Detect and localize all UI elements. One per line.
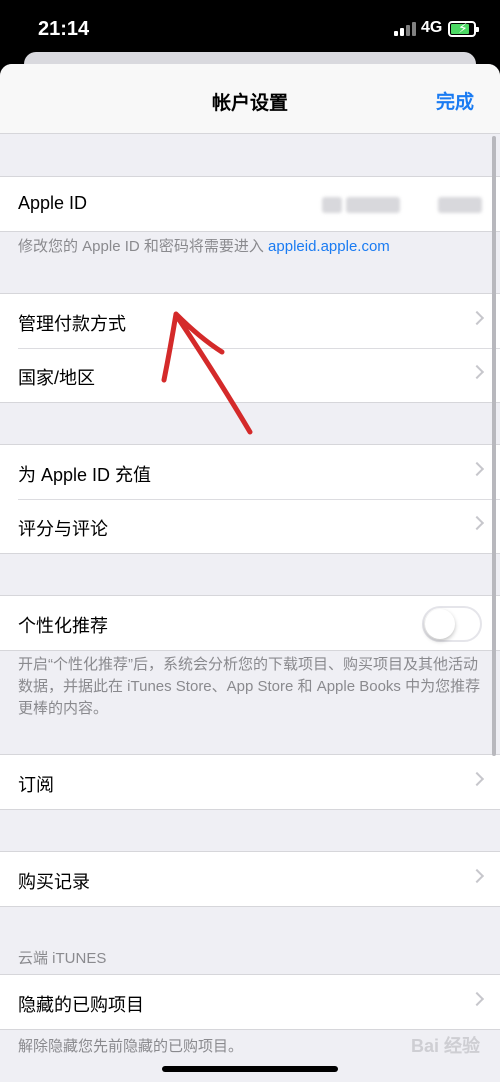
hidden-purchases-row[interactable]: 隐藏的已购项目 bbox=[0, 975, 500, 1029]
personalized-row: 个性化推荐 bbox=[0, 596, 500, 650]
add-funds-row[interactable]: 为 Apple ID 充值 bbox=[0, 445, 500, 499]
toggle-knob bbox=[425, 609, 455, 639]
scrollbar[interactable] bbox=[492, 136, 496, 756]
chevron-right-icon bbox=[469, 461, 485, 477]
topup-group: 为 Apple ID 充值 评分与评论 bbox=[0, 444, 500, 554]
ratings-reviews-row[interactable]: 评分与评论 bbox=[0, 499, 500, 553]
apple-id-group: Apple ID bbox=[0, 176, 500, 232]
network-type: 4G bbox=[421, 19, 443, 36]
personalized-toggle[interactable] bbox=[422, 606, 482, 642]
chevron-right-icon bbox=[469, 364, 485, 380]
account-settings-sheet: 帐户设置 完成 Apple ID 修改您的 Apple ID 和密码将需要进入 … bbox=[0, 64, 500, 1082]
manage-payment-row[interactable]: 管理付款方式 bbox=[0, 294, 500, 348]
personalized-label: 个性化推荐 bbox=[18, 616, 108, 636]
chevron-right-icon bbox=[469, 515, 485, 531]
subscriptions-label: 订阅 bbox=[18, 775, 54, 795]
chevron-right-icon bbox=[469, 310, 485, 326]
apple-id-footnote: 修改您的 Apple ID 和密码将需要进入 appleid.apple.com bbox=[18, 236, 482, 258]
country-region-label: 国家/地区 bbox=[18, 368, 96, 388]
apple-id-footnote-text: 修改您的 Apple ID 和密码将需要进入 bbox=[18, 238, 269, 255]
subscriptions-group: 订阅 bbox=[0, 754, 500, 810]
cloud-itunes-group: 隐藏的已购项目 bbox=[0, 974, 500, 1030]
chevron-right-icon bbox=[469, 771, 485, 787]
status-time: 21:14 bbox=[38, 18, 90, 40]
redacted-email-part bbox=[346, 197, 400, 213]
status-bar: 21:14 4G ⚡ bbox=[0, 0, 500, 56]
home-indicator[interactable] bbox=[162, 1066, 338, 1072]
redacted-email-end bbox=[438, 197, 482, 213]
hidden-purchases-label: 隐藏的已购项目 bbox=[18, 995, 144, 1015]
redacted-email bbox=[322, 197, 342, 213]
personalized-group: 个性化推荐 bbox=[0, 595, 500, 651]
appleid-link[interactable]: appleid.apple.com bbox=[268, 238, 390, 255]
done-button[interactable]: 完成 bbox=[436, 87, 474, 114]
page-title: 帐户设置 bbox=[211, 93, 288, 114]
chevron-right-icon bbox=[469, 868, 485, 884]
country-region-row[interactable]: 国家/地区 bbox=[0, 348, 500, 402]
cloud-itunes-header: 云端 iTUNES bbox=[18, 950, 107, 967]
subscriptions-row[interactable]: 订阅 bbox=[0, 755, 500, 809]
chevron-right-icon bbox=[469, 991, 485, 1007]
signal-icon bbox=[394, 22, 418, 36]
purchase-history-group: 购买记录 bbox=[0, 851, 500, 907]
watermark: Bai 经验 bbox=[410, 1036, 480, 1056]
navigation-bar: 帐户设置 完成 bbox=[0, 64, 500, 134]
ratings-reviews-label: 评分与评论 bbox=[18, 519, 108, 539]
payment-group: 管理付款方式 国家/地区 bbox=[0, 293, 500, 403]
apple-id-row[interactable]: Apple ID bbox=[0, 177, 500, 231]
apple-id-label: Apple ID bbox=[18, 193, 88, 213]
manage-payment-label: 管理付款方式 bbox=[18, 314, 126, 334]
purchase-history-row[interactable]: 购买记录 bbox=[0, 852, 500, 906]
add-funds-label: 为 Apple ID 充值 bbox=[18, 465, 152, 485]
personalized-footnote: 开启“个性化推荐”后，系统会分析您的下载项目、购买项目及其他活动数据，并据此在 … bbox=[18, 656, 481, 717]
purchase-history-label: 购买记录 bbox=[18, 872, 90, 892]
battery-icon: ⚡ bbox=[448, 20, 479, 37]
